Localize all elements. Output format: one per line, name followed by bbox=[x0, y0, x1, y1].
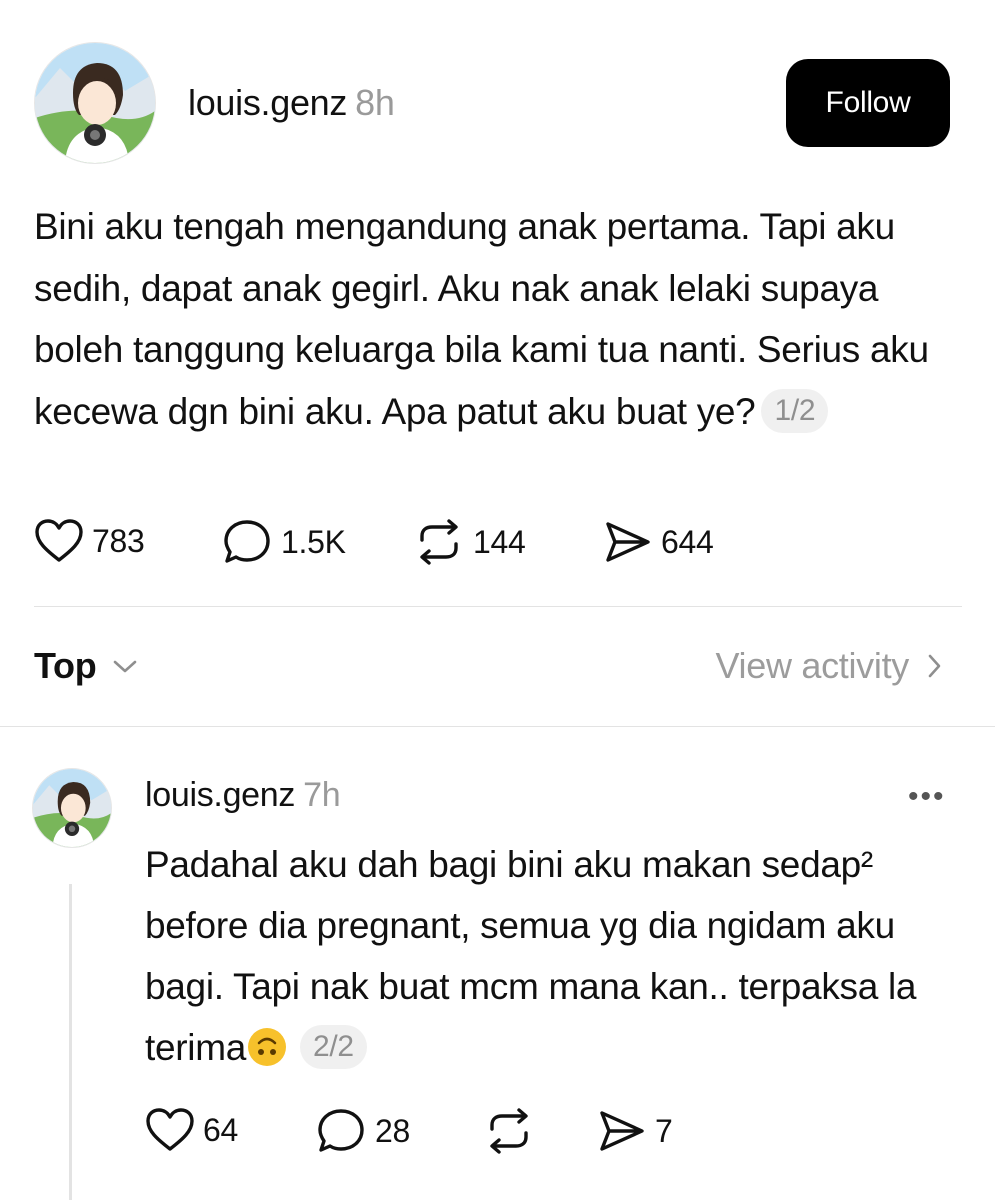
heart-icon bbox=[35, 519, 83, 562]
reply-avatar[interactable] bbox=[32, 768, 112, 848]
comment-count: 1.5K bbox=[281, 523, 346, 560]
sort-label: Top bbox=[34, 645, 97, 686]
reply-username-link[interactable]: louis.genz bbox=[145, 776, 295, 814]
paper-plane-icon bbox=[606, 522, 650, 562]
repost-button[interactable]: 144 bbox=[413, 518, 526, 566]
reply-time: 7h bbox=[303, 776, 341, 814]
repost-icon bbox=[490, 1108, 528, 1154]
post-author: louis.genz 8h bbox=[188, 82, 395, 124]
share-button[interactable]: 644 bbox=[603, 518, 714, 566]
more-dots-icon: ••• bbox=[908, 780, 946, 813]
reply-like-count: 64 bbox=[203, 1111, 238, 1148]
reply-author: louis.genz 7h bbox=[145, 776, 341, 815]
reply-share-count: 7 bbox=[655, 1112, 673, 1149]
share-count: 644 bbox=[661, 523, 714, 560]
reply-body: Padahal aku dah bagi bini aku makan seda… bbox=[145, 834, 965, 1078]
sort-dropdown[interactable]: Top bbox=[34, 645, 140, 687]
follow-button[interactable]: Follow bbox=[786, 59, 950, 147]
speech-bubble-icon bbox=[318, 1109, 364, 1152]
thread-line bbox=[69, 884, 72, 1200]
chevron-right-icon bbox=[928, 654, 941, 678]
paper-plane-icon bbox=[600, 1111, 644, 1151]
reply-thread-pager: 2/2 bbox=[300, 1025, 367, 1069]
speech-bubble-icon bbox=[224, 520, 270, 563]
avatar[interactable] bbox=[34, 42, 156, 164]
reply-like-button[interactable]: 64 bbox=[145, 1107, 238, 1153]
post-body: Bini aku tengah mengandung anak pertama.… bbox=[34, 196, 934, 442]
upside-down-face-emoji bbox=[248, 1028, 286, 1066]
repost-icon bbox=[420, 519, 458, 565]
comment-button[interactable]: 1.5K bbox=[223, 518, 346, 566]
reply-share-button[interactable]: 7 bbox=[597, 1107, 673, 1155]
avatar-image bbox=[33, 769, 111, 847]
more-options-button[interactable]: ••• bbox=[908, 780, 946, 814]
view-activity-link[interactable]: View activity bbox=[715, 645, 945, 687]
thread-pager: 1/2 bbox=[761, 388, 829, 433]
chevron-down-icon bbox=[114, 660, 137, 673]
username-link[interactable]: louis.genz bbox=[188, 82, 347, 123]
like-button[interactable]: 783 bbox=[34, 518, 145, 564]
section-divider bbox=[0, 726, 995, 727]
reply-repost-button[interactable] bbox=[483, 1107, 543, 1155]
view-activity-label: View activity bbox=[715, 645, 909, 686]
divider bbox=[34, 606, 962, 607]
post-time: 8h bbox=[355, 82, 395, 123]
reply-comment-button[interactable]: 28 bbox=[317, 1107, 410, 1155]
repost-count: 144 bbox=[473, 523, 526, 560]
reply-comment-count: 28 bbox=[375, 1112, 410, 1149]
heart-icon bbox=[146, 1108, 194, 1151]
avatar-image bbox=[35, 43, 155, 163]
like-count: 783 bbox=[92, 522, 145, 559]
